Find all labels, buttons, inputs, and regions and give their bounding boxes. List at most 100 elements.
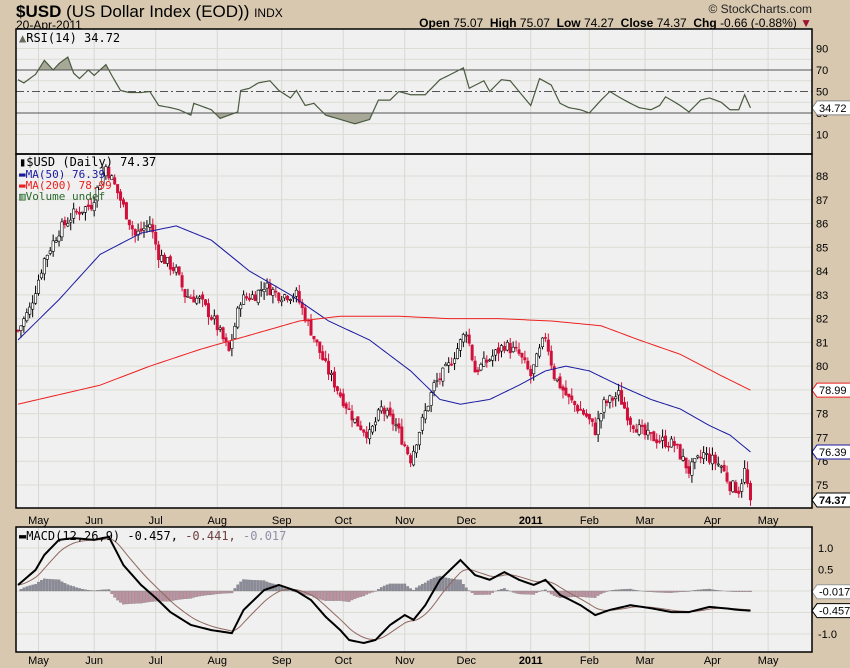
macd-histogram-bar <box>412 589 415 592</box>
candle-body <box>89 204 93 210</box>
macd-histogram-bar <box>72 586 76 592</box>
macd-histogram-bar <box>535 590 538 593</box>
x-axis-label: Mar <box>636 515 655 527</box>
candle-body <box>737 490 741 494</box>
macd-histogram-bar <box>500 588 503 592</box>
candle-body <box>286 295 290 301</box>
candle-body <box>412 450 416 466</box>
macd-histogram-bar <box>476 590 480 595</box>
candle-body <box>435 380 439 382</box>
macd-histogram-bar <box>215 590 219 595</box>
candle-body <box>42 258 46 275</box>
candle-body <box>637 424 641 435</box>
macd-histogram-bar <box>183 590 187 599</box>
hist-legend-value: -0.017 <box>243 529 287 543</box>
macd-histogram-bar <box>75 587 78 592</box>
candle-body <box>743 468 747 483</box>
macd-histogram-bar <box>605 590 609 592</box>
candle-body <box>520 353 524 358</box>
candle-body <box>666 445 670 448</box>
candle <box>236 305 240 330</box>
rsi-legend: ▲RSI(14) 34.72 <box>19 31 120 45</box>
macd-histogram-bar <box>670 590 673 593</box>
candle-body <box>221 327 225 340</box>
price-axis-label: 80 <box>816 361 828 373</box>
candle-body <box>230 339 234 349</box>
macd-histogram-bar <box>549 590 553 595</box>
macd-histogram-bar <box>204 590 207 596</box>
candle-body <box>34 293 38 304</box>
x-axis-label: May <box>758 515 779 527</box>
candle-body <box>204 299 208 305</box>
macd-histogram-bar <box>101 589 105 592</box>
candle-body <box>142 228 146 231</box>
candle-body <box>693 458 697 463</box>
candle-body <box>133 229 137 236</box>
x-axis-label: May <box>28 515 49 527</box>
candle-body <box>233 326 237 339</box>
macd-histogram-bar <box>749 590 752 592</box>
ma200-tag-text: 78.99 <box>819 385 847 397</box>
macd-histogram-bar <box>675 590 679 593</box>
x-axis-label-bottom: Nov <box>395 655 415 667</box>
candle-body <box>315 339 319 343</box>
macd-histogram-bar <box>95 590 99 592</box>
candle-body <box>195 297 199 304</box>
candle-body <box>124 202 128 220</box>
macd-histogram-bar <box>136 590 140 604</box>
candle-body <box>420 416 424 431</box>
candle-body <box>250 294 254 300</box>
macd-histogram-bar <box>315 590 319 599</box>
candle-body <box>426 405 430 412</box>
macd-histogram-bar <box>453 579 456 592</box>
macd-histogram-bar <box>658 590 662 593</box>
candle-body <box>385 409 389 417</box>
candle-body <box>139 228 143 232</box>
macd-histogram-bar <box>532 590 536 595</box>
macd-histogram-bar <box>385 584 389 592</box>
x-axis-label-bottom: Dec <box>457 655 477 667</box>
macd-histogram-bar <box>63 583 67 592</box>
macd-histogram-bar <box>180 590 184 600</box>
macd-histogram-bar <box>529 590 533 595</box>
macd-histogram-bar <box>582 590 585 598</box>
candle-body <box>327 360 331 375</box>
macd-histogram-bar <box>341 590 345 602</box>
candle-body <box>168 256 172 270</box>
price-axis-label: 84 <box>816 266 828 278</box>
panel-bg-2 <box>16 527 812 652</box>
macd-histogram-bar <box>397 583 401 592</box>
candle-body <box>303 307 307 322</box>
x-axis-label: Jul <box>149 515 163 527</box>
candle-body <box>584 413 588 417</box>
candle-body <box>127 219 131 226</box>
candle-body <box>423 410 427 420</box>
macd-axis-label: 1.0 <box>818 543 833 555</box>
x-axis-label: Jun <box>85 515 103 527</box>
candle-body <box>277 292 281 301</box>
candle-body <box>464 334 468 337</box>
macd-histogram-bar <box>350 590 354 601</box>
macd-histogram-bar <box>186 590 190 599</box>
candle-body <box>130 225 134 230</box>
macd-histogram-bar <box>420 583 424 592</box>
candle-body <box>628 417 632 425</box>
candle-body <box>485 359 489 363</box>
candle-body <box>699 456 703 459</box>
macd-histogram-bar <box>22 587 26 592</box>
x-axis-label-bottom: Mar <box>636 655 655 667</box>
candle-body <box>502 345 506 351</box>
ma50-tag: 76.39 <box>811 444 850 460</box>
x-axis-label: Dec <box>457 515 477 527</box>
candle-body <box>444 363 448 367</box>
macd-histogram-bar <box>394 583 398 592</box>
candle-body <box>576 405 580 412</box>
macd-histogram-bar <box>602 590 606 593</box>
macd-histogram-bar <box>503 588 506 592</box>
candle-body <box>455 348 459 359</box>
macd-histogram-bar <box>482 590 486 595</box>
macd-histogram-bar <box>212 590 216 595</box>
candle-body <box>376 409 380 421</box>
macd-histogram-bar <box>227 590 231 594</box>
macd-histogram-bar <box>743 590 746 592</box>
